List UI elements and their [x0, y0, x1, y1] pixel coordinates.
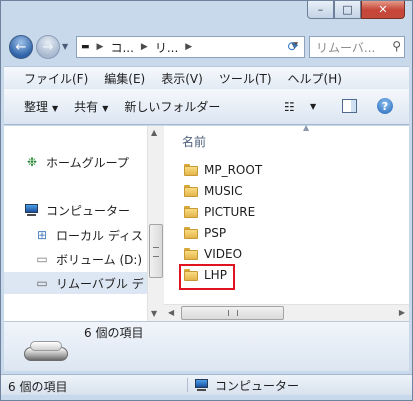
- status-bar: 6 個の項目 コンピューター: [0, 374, 413, 395]
- folder-icon: [184, 248, 198, 260]
- chevron-down-icon: ▼: [102, 104, 109, 113]
- nav-item-label: リムーバブル デ: [56, 276, 144, 291]
- menu-bar: ファイル(F) 編集(E) 表示(V) ツール(T) ヘルプ(H): [4, 66, 409, 89]
- nav-item-homegroup[interactable]: ❉ ホームグループ: [24, 151, 129, 173]
- status-location-label: コンピューター: [215, 379, 300, 393]
- folder-icon: [184, 164, 198, 176]
- folder-item[interactable]: MUSIC: [184, 181, 243, 201]
- refresh-button[interactable]: ⟳: [282, 36, 304, 58]
- nav-item-computer[interactable]: コンピューター: [24, 199, 130, 221]
- scroll-down-icon[interactable]: ▼: [151, 309, 157, 318]
- file-pane-horizontal-scrollbar[interactable]: ◀ ▶: [164, 304, 409, 321]
- chevron-right-icon[interactable]: ▶: [138, 42, 151, 52]
- column-header-name[interactable]: 名前: [182, 133, 206, 150]
- grip-icon: [153, 247, 159, 257]
- chevron-right-icon[interactable]: ▶: [94, 42, 107, 52]
- details-pane: 6 個の項目: [4, 321, 409, 371]
- content-area: ❉ ホームグループ コンピューター ⊞ ローカル ディス ▭ ボリューム (D:…: [4, 123, 409, 321]
- minimize-button[interactable]: –: [307, 0, 334, 19]
- nav-item-label: ボリューム (D:): [56, 252, 143, 267]
- search-placeholder: リムーバ...: [316, 40, 376, 55]
- view-options-icon[interactable]: ☷: [284, 100, 295, 114]
- nav-item-label: ホームグループ: [46, 155, 129, 170]
- nav-item-removable-disk[interactable]: ▭ リムーバブル デ: [4, 272, 147, 294]
- status-location: コンピューター: [194, 377, 299, 394]
- close-icon: ✕: [378, 2, 388, 16]
- grip-icon: [228, 310, 238, 316]
- folder-label: PICTURE: [204, 205, 256, 219]
- refresh-icon: ⟳: [287, 39, 299, 55]
- folder-label: VIDEO: [204, 247, 243, 261]
- organize-button[interactable]: 整理 ▼: [4, 98, 66, 115]
- folder-icon: [184, 206, 198, 218]
- close-button[interactable]: ✕: [361, 0, 405, 19]
- scrollbar-thumb[interactable]: [181, 306, 284, 320]
- folder-icon: [184, 227, 198, 239]
- view-dropdown-icon[interactable]: ▼: [310, 102, 316, 111]
- nav-item-volume-d[interactable]: ▭ ボリューム (D:): [34, 248, 142, 270]
- scroll-up-icon[interactable]: ▲: [151, 128, 157, 137]
- address-segment-computer[interactable]: コ...: [106, 39, 137, 56]
- nav-item-local-disk[interactable]: ⊞ ローカル ディス: [34, 224, 143, 246]
- menu-view[interactable]: 表示(V): [153, 70, 211, 87]
- menu-edit[interactable]: 編集(E): [96, 70, 153, 87]
- homegroup-icon: ❉: [26, 155, 38, 169]
- menu-tools[interactable]: ツール(T): [211, 70, 280, 87]
- details-item-count: 6 個の項目: [84, 326, 144, 340]
- folder-label: PSP: [204, 226, 227, 240]
- file-list-pane: ▲ 名前 MP_ROOT MUSIC PICTURE PSP VIDEO LHP: [164, 123, 409, 321]
- search-input[interactable]: リムーバ... ⚲: [309, 36, 405, 58]
- chevron-down-icon: ▼: [52, 104, 59, 113]
- computer-icon: [194, 379, 210, 392]
- highlight-box: [179, 264, 235, 290]
- command-toolbar: 整理 ▼ 共有 ▼ 新しいフォルダー ☷ ▼ ?: [4, 89, 409, 125]
- sort-ascending-icon: ▲: [303, 123, 310, 132]
- share-label: 共有: [74, 100, 99, 114]
- folder-item[interactable]: PSP: [184, 223, 226, 243]
- explorer-window: – □ ✕ ← → ▼ ▬ ▶ コ... ▶ リ... ▶ ▼ ⟳ リムーバ..…: [0, 0, 413, 401]
- removable-disk-icon: ▭: [36, 276, 48, 290]
- scroll-right-icon[interactable]: ▶: [399, 308, 405, 317]
- removable-drive-icon: [24, 341, 68, 363]
- search-icon: ⚲: [392, 39, 401, 53]
- menu-file[interactable]: ファイル(F): [4, 70, 96, 87]
- folder-icon: [184, 185, 198, 197]
- scroll-left-icon[interactable]: ◀: [168, 308, 174, 317]
- back-arrow-icon: ←: [15, 39, 27, 55]
- status-item-count: 6 個の項目: [8, 380, 68, 394]
- nav-item-label: ローカル ディス: [56, 228, 143, 243]
- preview-pane-icon[interactable]: [342, 99, 357, 113]
- maximize-button[interactable]: □: [334, 0, 361, 19]
- folder-item[interactable]: PICTURE: [184, 202, 255, 222]
- menu-help[interactable]: ヘルプ(H): [280, 70, 350, 87]
- nav-pane-scrollbar[interactable]: ▲ ▼: [147, 126, 164, 321]
- status-separator: [187, 378, 188, 392]
- folder-item[interactable]: MP_ROOT: [184, 160, 262, 180]
- forward-button[interactable]: →: [36, 35, 60, 59]
- title-buttons: – □ ✕: [307, 0, 405, 20]
- back-button[interactable]: ←: [9, 35, 33, 59]
- share-button[interactable]: 共有 ▼: [66, 98, 116, 115]
- folder-label: MUSIC: [204, 184, 243, 198]
- scrollbar-thumb[interactable]: [149, 224, 163, 278]
- maximize-icon: □: [342, 2, 353, 16]
- address-bar[interactable]: ▬ ▶ コ... ▶ リ... ▶ ▼: [76, 36, 305, 58]
- address-segment-removable[interactable]: リ...: [151, 39, 182, 56]
- chevron-right-icon[interactable]: ▶: [182, 42, 195, 52]
- recent-pages-dropdown[interactable]: ▼: [62, 42, 68, 51]
- new-folder-button[interactable]: 新しいフォルダー: [116, 98, 228, 115]
- address-root-icon[interactable]: ▬: [77, 42, 94, 52]
- folder-item[interactable]: VIDEO: [184, 244, 242, 264]
- organize-label: 整理: [24, 100, 49, 114]
- navigation-bar: ← → ▼ ▬ ▶ コ... ▶ リ... ▶ ▼ ⟳ リムーバ... ⚲: [0, 28, 413, 66]
- folder-label: MP_ROOT: [204, 163, 263, 177]
- volume-icon: ▭: [36, 252, 48, 266]
- minimize-icon: –: [317, 2, 324, 16]
- nav-item-label: コンピューター: [46, 203, 131, 218]
- forward-arrow-icon: →: [42, 39, 54, 55]
- computer-icon: [24, 202, 40, 218]
- help-icon[interactable]: ?: [377, 98, 393, 114]
- local-disk-icon: ⊞: [36, 228, 48, 242]
- navigation-pane: ❉ ホームグループ コンピューター ⊞ ローカル ディス ▭ ボリューム (D:…: [4, 126, 147, 321]
